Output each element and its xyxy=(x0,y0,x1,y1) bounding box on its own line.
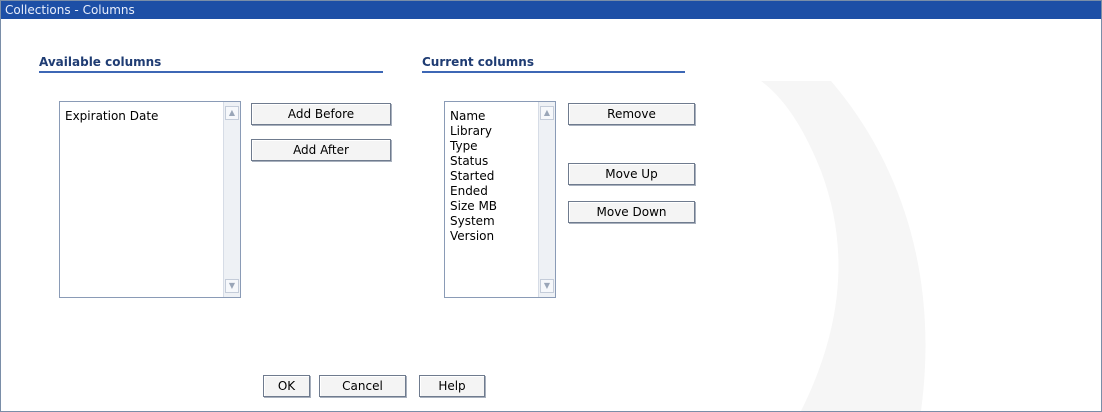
current-list-scrollbar[interactable]: ▲ ▼ xyxy=(538,102,555,297)
current-columns-items: Name Library Type Status Started Ended Size MB… xyxy=(450,109,497,244)
current-columns-list[interactable]: Name Library Type Status Started Ended Size MB… xyxy=(444,101,556,298)
collections-columns-dialog: Collections - Columns Available columns … xyxy=(0,0,1102,412)
list-item[interactable]: Library xyxy=(450,124,497,139)
list-item[interactable]: Started xyxy=(450,169,497,184)
list-item[interactable]: Expiration Date xyxy=(65,109,158,124)
list-item[interactable]: Type xyxy=(450,139,497,154)
ok-button[interactable]: OK xyxy=(263,375,310,397)
window-title: Collections - Columns xyxy=(1,1,1101,19)
add-after-button[interactable]: Add After xyxy=(251,139,391,161)
available-columns-heading: Available columns xyxy=(39,55,383,73)
list-item[interactable]: Version xyxy=(450,229,497,244)
chevron-down-icon[interactable]: ▼ xyxy=(225,279,239,293)
chevron-down-icon[interactable]: ▼ xyxy=(540,279,554,293)
list-item[interactable]: System xyxy=(450,214,497,229)
list-item[interactable]: Ended xyxy=(450,184,497,199)
chevron-up-icon[interactable]: ▲ xyxy=(540,106,554,120)
move-up-button[interactable]: Move Up xyxy=(568,163,695,185)
list-item[interactable]: Size MB xyxy=(450,199,497,214)
cancel-button[interactable]: Cancel xyxy=(319,375,406,397)
list-item[interactable]: Name xyxy=(450,109,497,124)
current-columns-heading: Current columns xyxy=(422,55,685,73)
move-down-button[interactable]: Move Down xyxy=(568,201,695,223)
remove-button[interactable]: Remove xyxy=(568,103,695,125)
available-columns-items: Expiration Date xyxy=(65,109,158,124)
list-item[interactable]: Status xyxy=(450,154,497,169)
available-list-scrollbar[interactable]: ▲ ▼ xyxy=(223,102,240,297)
chevron-up-icon[interactable]: ▲ xyxy=(225,106,239,120)
available-columns-list[interactable]: Expiration Date ▲ ▼ xyxy=(59,101,241,298)
add-before-button[interactable]: Add Before xyxy=(251,103,391,125)
help-button[interactable]: Help xyxy=(419,375,485,397)
